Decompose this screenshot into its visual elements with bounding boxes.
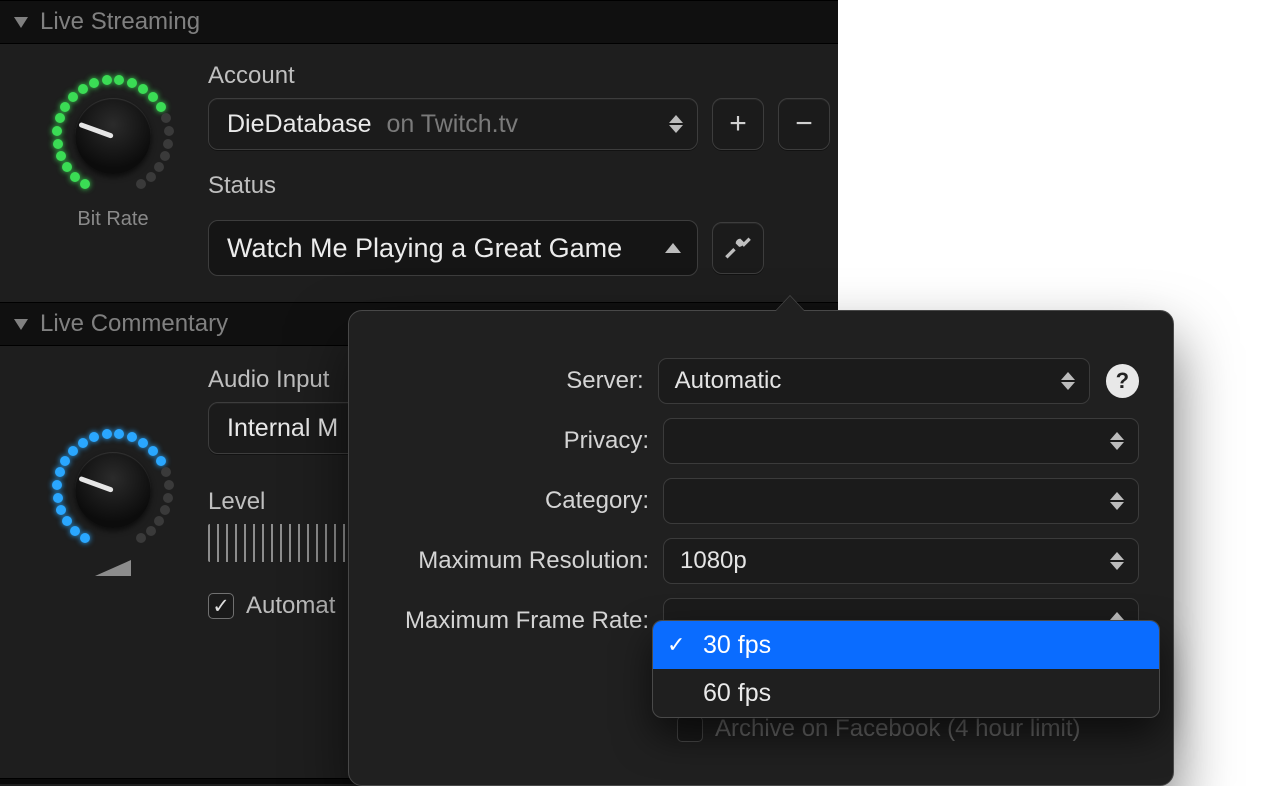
disclosure-icon [14, 319, 28, 330]
stepper-icon [1061, 372, 1075, 390]
archive-facebook-checkbox[interactable]: ✓ [677, 716, 703, 742]
stepper-icon [1110, 552, 1124, 570]
bitrate-dial[interactable] [51, 74, 175, 198]
section-title: Live Streaming [40, 8, 200, 36]
minus-icon: − [795, 109, 813, 139]
account-label: Account [208, 62, 838, 90]
server-label: Server: [349, 367, 658, 395]
volume-ramp-icon [95, 560, 131, 576]
archive-facebook-label: Archive on Facebook (4 hour limit) [715, 715, 1080, 743]
status-label: Status [208, 172, 838, 200]
status-value: Watch Me Playing a Great Game [227, 233, 622, 264]
category-label: Category: [349, 487, 663, 515]
popover-caret-icon [775, 296, 805, 312]
server-select[interactable]: Automatic [658, 358, 1090, 404]
automatic-label: Automat [246, 592, 335, 620]
live-streaming-body: Bit Rate Account DieDatabase on Twitch.t… [0, 44, 838, 302]
help-icon: ? [1116, 368, 1129, 394]
check-icon: ✓ [667, 632, 685, 658]
fps-option[interactable]: ✓ 30 fps [653, 621, 1159, 669]
level-dial[interactable] [51, 428, 175, 552]
server-value: Automatic [675, 367, 782, 395]
stepper-icon [1110, 432, 1124, 450]
fps-option-label: 30 fps [703, 631, 771, 660]
add-account-button[interactable]: + [712, 98, 764, 150]
stream-settings-button[interactable] [712, 222, 764, 274]
fps-option-label: 60 fps [703, 679, 771, 708]
stepper-icon [669, 115, 683, 133]
audio-input-value: Internal M [227, 414, 338, 443]
bitrate-block: Bit Rate [28, 74, 198, 276]
max-res-select[interactable]: 1080p [663, 538, 1139, 584]
category-select[interactable] [663, 478, 1139, 524]
max-res-label: Maximum Resolution: [349, 547, 663, 575]
account-on: on Twitch.tv [386, 110, 518, 138]
status-input[interactable]: Watch Me Playing a Great Game [208, 220, 698, 276]
max-res-value: 1080p [680, 547, 747, 575]
account-select[interactable]: DieDatabase on Twitch.tv [208, 98, 698, 150]
remove-account-button[interactable]: − [778, 98, 830, 150]
bitrate-label: Bit Rate [77, 208, 148, 231]
automatic-checkbox[interactable]: ✓ [208, 593, 234, 619]
privacy-select[interactable] [663, 418, 1139, 464]
account-name: DieDatabase [227, 110, 372, 138]
plus-icon: + [729, 109, 747, 139]
fps-dropdown-menu: ✓ 30 fps 60 fps [652, 620, 1160, 718]
stepper-icon [1110, 492, 1124, 510]
server-help-button[interactable]: ? [1106, 364, 1139, 398]
upload-icon [665, 243, 681, 253]
disclosure-icon [14, 17, 28, 28]
fps-option[interactable]: 60 fps [653, 669, 1159, 717]
tools-icon [724, 234, 752, 262]
section-title: Live Commentary [40, 310, 228, 338]
section-header-live-streaming[interactable]: Live Streaming [0, 0, 838, 44]
level-dial-block [28, 428, 198, 620]
privacy-label: Privacy: [349, 427, 663, 455]
max-fps-label: Maximum Frame Rate: [349, 607, 663, 635]
